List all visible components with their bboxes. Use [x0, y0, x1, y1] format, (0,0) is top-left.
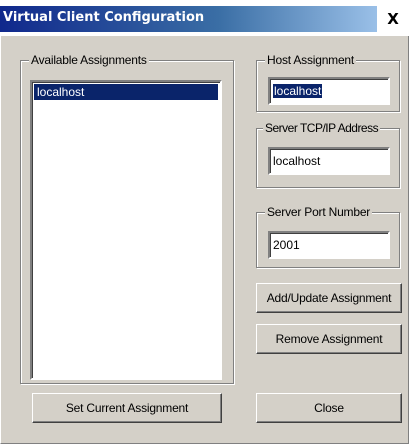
close-button[interactable]: Close [256, 393, 402, 423]
close-window-button[interactable]: X [377, 6, 409, 32]
server-address-field[interactable]: localhost [268, 147, 390, 175]
assignments-listbox[interactable]: localhost [30, 80, 222, 380]
host-assignment-field[interactable]: localhost [268, 77, 390, 105]
set-current-assignment-button[interactable]: Set Current Assignment [32, 393, 222, 423]
list-item[interactable]: localhost [34, 84, 218, 100]
add-update-assignment-button[interactable]: Add/Update Assignment [256, 283, 402, 313]
host-assignment-label: Host Assignment [265, 53, 357, 67]
available-assignments-label: Available Assignments [29, 53, 149, 67]
host-assignment-value: localhost [273, 84, 323, 98]
title-bar[interactable]: Virtual Client Configuration X [0, 0, 409, 36]
config-dialog: Virtual Client Configuration X Available… [0, 0, 409, 444]
server-port-group: Server Port Number 2001 [256, 205, 400, 268]
server-port-field[interactable]: 2001 [268, 231, 390, 259]
server-address-label: Server TCP/IP Address [263, 121, 381, 135]
window-title: Virtual Client Configuration [3, 10, 205, 25]
server-address-group: Server TCP/IP Address localhost [256, 121, 400, 188]
available-assignments-group: Available Assignments localhost [20, 53, 234, 384]
server-port-label: Server Port Number [265, 205, 373, 219]
host-assignment-group: Host Assignment localhost [256, 53, 400, 112]
remove-assignment-button[interactable]: Remove Assignment [256, 324, 402, 354]
